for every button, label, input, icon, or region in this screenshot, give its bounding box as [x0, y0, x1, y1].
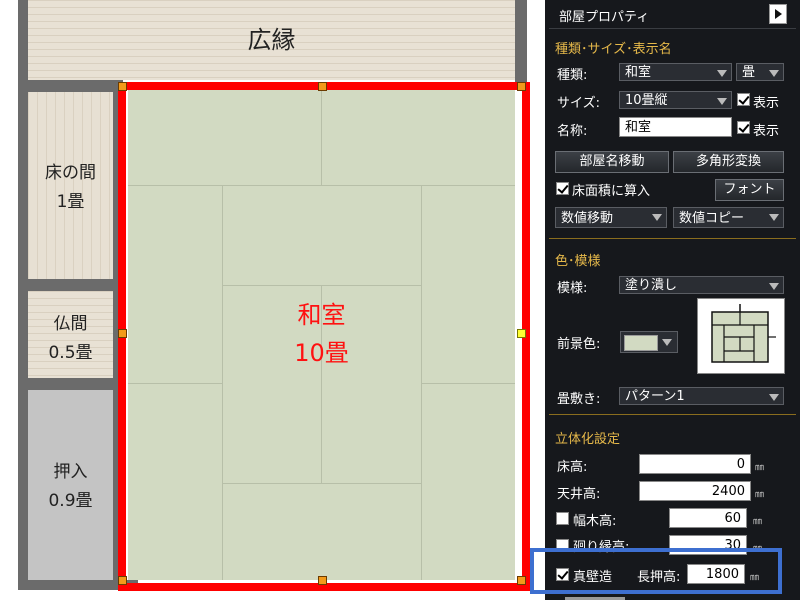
pattern-value: 塗り潰し	[625, 278, 678, 293]
resize-handle-bc[interactable]	[318, 576, 327, 585]
section-type-size-name: 種類･サイズ･表示名	[555, 42, 672, 57]
show-size-label: 表示	[753, 96, 780, 111]
resize-handle-tc[interactable]	[318, 82, 327, 91]
ceiling-height-input[interactable]: 2400	[639, 481, 751, 501]
baseboard-checkbox[interactable]	[556, 512, 569, 525]
room-type-value: 和室	[625, 65, 652, 80]
show-name-checkbox[interactable]	[737, 121, 750, 134]
resize-handle-tr[interactable]	[517, 82, 526, 91]
chevron-down-icon	[769, 394, 779, 401]
resize-handle-tl[interactable]	[118, 82, 127, 91]
room-properties-panel: 部屋プロパティ 種類･サイズ･表示名 種類: 和室 畳 サイズ: 10畳縦 表示…	[545, 0, 800, 600]
area-unit-select[interactable]: 畳	[736, 63, 784, 81]
chevron-down-icon	[717, 98, 727, 105]
foreground-color-label: 前景色:	[557, 337, 601, 352]
section-color-pattern: 色･模様	[555, 254, 601, 269]
wall-divider-1	[28, 80, 123, 92]
numeric-copy-select[interactable]: 数値コピー	[673, 207, 784, 228]
font-button[interactable]: フォント	[715, 179, 784, 201]
numeric-copy-value: 数値コピー	[679, 211, 745, 226]
section-3d-settings: 立体化設定	[555, 432, 621, 447]
room-size-value: 10畳縦	[625, 93, 668, 108]
area-unit-value: 畳	[742, 65, 756, 80]
section-divider	[549, 414, 796, 415]
tatami-pattern-preview	[697, 298, 785, 374]
polygon-convert-button[interactable]: 多角形変換	[673, 151, 784, 173]
resize-handle-br[interactable]	[517, 576, 526, 585]
chevron-down-icon	[769, 283, 779, 290]
tatami-layout-select[interactable]: パターン1	[619, 387, 784, 405]
room-name-input[interactable]: 和室	[619, 117, 732, 137]
move-room-name-button[interactable]: 部屋名移動	[555, 151, 669, 173]
pattern-select[interactable]: 塗り潰し	[619, 276, 784, 294]
resize-handle-mr[interactable]	[517, 329, 526, 338]
room-oshiire-name: 押入	[53, 462, 88, 482]
room-butsuma-size: 0.5畳	[48, 343, 93, 363]
room-butsuma[interactable]	[28, 291, 113, 378]
room-washitsu-size: 10畳	[294, 339, 349, 367]
room-oshiire-size: 0.9畳	[48, 491, 93, 511]
tatami-preview-icon	[711, 304, 776, 363]
room-butsuma-name: 仏間	[53, 314, 88, 334]
name-label: 名称:	[557, 124, 588, 139]
room-type-select[interactable]: 和室	[619, 63, 732, 81]
wall-divider-2	[28, 279, 123, 291]
type-label: 種類:	[557, 68, 588, 83]
chevron-down-icon	[717, 70, 727, 77]
unit-mm: ㎜	[755, 490, 765, 500]
chevron-down-icon	[769, 214, 779, 221]
pattern-label: 模様:	[557, 281, 588, 296]
room-tokonoma-size: 1畳	[56, 192, 85, 212]
room-washitsu-label: 和室 10畳	[128, 296, 515, 372]
room-size-select[interactable]: 10畳縦	[619, 91, 732, 109]
tatami-layout-label: 畳敷き:	[557, 392, 601, 407]
floor-area-label: 床面積に算入	[572, 184, 651, 199]
floor-height-label: 床高:	[557, 460, 588, 475]
floor-height-input[interactable]: 0	[639, 454, 751, 474]
room-tokonoma[interactable]	[28, 92, 113, 279]
size-label: サイズ:	[557, 96, 600, 111]
panel-title: 部屋プロパティ	[559, 10, 650, 25]
numeric-move-value: 数値移動	[561, 211, 614, 226]
show-size-checkbox[interactable]	[737, 93, 750, 106]
unit-mm: ㎜	[753, 517, 763, 527]
collapse-arrow-icon[interactable]	[769, 4, 787, 24]
chevron-down-icon	[662, 339, 672, 346]
resize-handle-ml[interactable]	[118, 329, 127, 338]
wall-left	[18, 0, 28, 590]
color-swatch	[624, 335, 658, 351]
chevron-down-icon	[652, 214, 662, 221]
title-divider	[549, 28, 796, 29]
room-engawa-label: 広縁	[247, 26, 296, 54]
show-name-label: 表示	[753, 124, 780, 139]
section-divider	[549, 238, 796, 239]
highlight-annotation-box	[530, 548, 782, 594]
baseboard-height-label: 幅木高:	[573, 514, 617, 529]
room-oshiire[interactable]	[28, 390, 113, 580]
floor-area-checkbox[interactable]	[556, 182, 569, 195]
numeric-move-select[interactable]: 数値移動	[555, 207, 667, 228]
baseboard-height-input[interactable]: 60	[669, 508, 747, 528]
room-tokonoma-name: 床の間	[45, 163, 96, 183]
wall-right-top	[515, 0, 527, 82]
foreground-color-picker[interactable]	[620, 331, 678, 353]
resize-handle-bl[interactable]	[118, 576, 127, 585]
chevron-down-icon	[769, 70, 779, 77]
wall-divider-3	[28, 378, 123, 390]
room-washitsu-name: 和室	[297, 301, 346, 329]
tatami-layout-value: パターン1	[625, 389, 685, 404]
ceiling-height-label: 天井高:	[557, 487, 601, 502]
unit-mm: ㎜	[755, 463, 765, 473]
floor-plan-canvas[interactable]: 広縁 床の間 1畳 仏間 0.5畳 押入 0.9畳 和室 10畳	[0, 0, 545, 600]
